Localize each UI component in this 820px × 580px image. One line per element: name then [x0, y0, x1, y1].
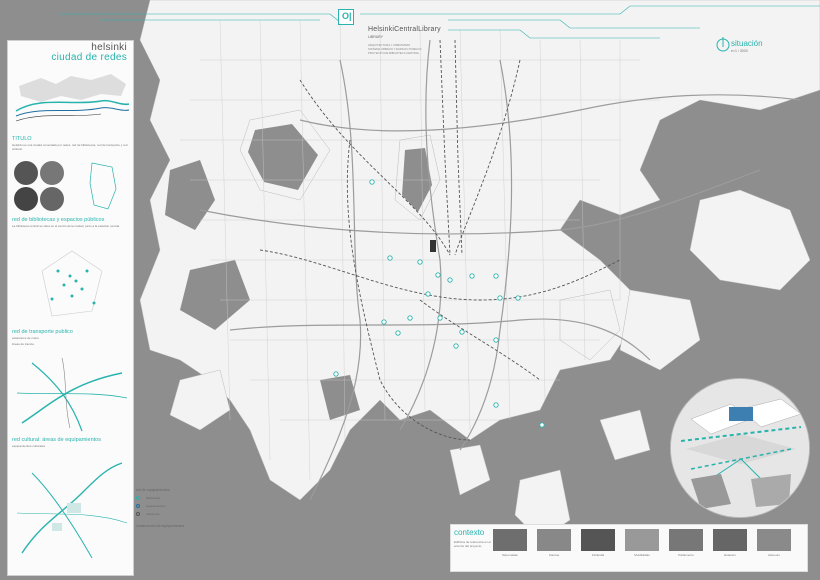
library-marker: [515, 295, 521, 301]
context-photo: [581, 529, 615, 551]
project-site: [430, 240, 436, 252]
situation-block: situación e=1 / 3000: [716, 36, 763, 59]
transport-note-tram: lineas de tranvia: [12, 342, 34, 346]
equipment-map: [16, 462, 128, 559]
library-marker: [425, 291, 431, 297]
libraries-map: [41, 250, 103, 317]
context-photo: [625, 529, 659, 551]
project-line: PROYECTO DE BIBLIOTECA CENTRAL: [368, 50, 420, 55]
project-lines: ARQUITECTURA Y URBANISMO SISTEMA URBANO …: [368, 43, 421, 56]
context-caption: Finlandia: [591, 553, 605, 557]
section-equipment-title: red cultural: áreas de equipamientos: [12, 437, 101, 443]
context-note: Edificios de referencia en el entorno de…: [454, 540, 491, 548]
context-photo: [757, 529, 791, 551]
situation-title: situación: [731, 39, 763, 48]
library-marker: [387, 255, 393, 261]
transport-map: [16, 357, 128, 432]
intro-images: [14, 161, 117, 211]
library-marker: [417, 259, 423, 265]
aerial-view-image: [671, 379, 809, 517]
context-photo: [669, 529, 703, 551]
library-marker: [407, 315, 413, 321]
library-marker: [459, 329, 465, 335]
transport-note-metro: estaciones de metro: [12, 336, 40, 340]
legend-item: transporte: [146, 512, 160, 516]
legend-symbol: [136, 496, 140, 500]
left-panel-title: helsinki ciudad de redes: [51, 43, 127, 63]
section-transport-title: red de transporte publico: [12, 329, 73, 335]
context-title: contexto: [454, 528, 485, 537]
library-marker: [493, 402, 499, 408]
library-marker: [395, 330, 401, 336]
library-marker: [381, 319, 387, 325]
context-caption: Sanomatalo: [501, 553, 518, 557]
context-photo: [493, 529, 527, 551]
section-intro-title: TITULO: [12, 136, 32, 142]
aerial-view-circle: [670, 378, 810, 518]
context-caption: Estacion: [724, 553, 736, 557]
context-strip: contexto Edificios de referencia en el e…: [450, 524, 808, 572]
logo-text: O|: [342, 11, 352, 21]
legend-symbol: [136, 504, 140, 508]
library-marker: [333, 371, 339, 377]
context-caption: Musiikkitalo: [634, 553, 650, 557]
library-marker: [447, 277, 453, 283]
left-panel: helsinki ciudad de redes TITULO Helsinki…: [7, 40, 134, 576]
library-marker: [453, 343, 459, 349]
library-marker: [435, 272, 441, 278]
legend-item: equipamientos: [146, 504, 166, 508]
project-title: HelsinkiCentralLibrary: [368, 26, 441, 33]
logo-mark: O|: [338, 9, 354, 25]
world-network-map: [15, 74, 130, 122]
legend-symbol: [136, 512, 140, 516]
context-caption: Kiasma: [548, 553, 559, 557]
header-block: HelsinkiCentralLibrary LIBRARY ARQUITECT…: [368, 22, 448, 64]
library-marker: [437, 315, 443, 321]
library-marker: [493, 273, 499, 279]
situation-scale: e=1 / 3000: [731, 49, 748, 53]
library-marker: [539, 422, 545, 428]
context-caption: Parlamento: [678, 553, 694, 557]
library-marker: [469, 273, 475, 279]
library-marker: [369, 179, 375, 185]
north-arrow-icon: [716, 37, 730, 52]
context-photo: [713, 529, 747, 551]
project-subtitle: LIBRARY: [368, 35, 383, 39]
equipment-note: equipamientos culturales: [12, 444, 46, 448]
section-libraries-title: red de bibliotecas y espacios públicos: [12, 217, 105, 223]
intro-note: Helsinki es una ciudad conectada por red…: [12, 143, 128, 151]
city-subtitle: ciudad de redes: [51, 52, 127, 63]
library-marker: [493, 337, 499, 343]
libraries-note: La biblioteca central se situa en el cen…: [12, 224, 120, 228]
library-marker: [497, 295, 503, 301]
legend-title: red de equipamientos: [136, 488, 170, 492]
context-caption: Ateneum: [767, 553, 780, 557]
legend-item: bibliotecas: [146, 496, 161, 500]
context-photo: [537, 529, 571, 551]
legend-footer: construcción de equipamientos: [136, 524, 185, 528]
